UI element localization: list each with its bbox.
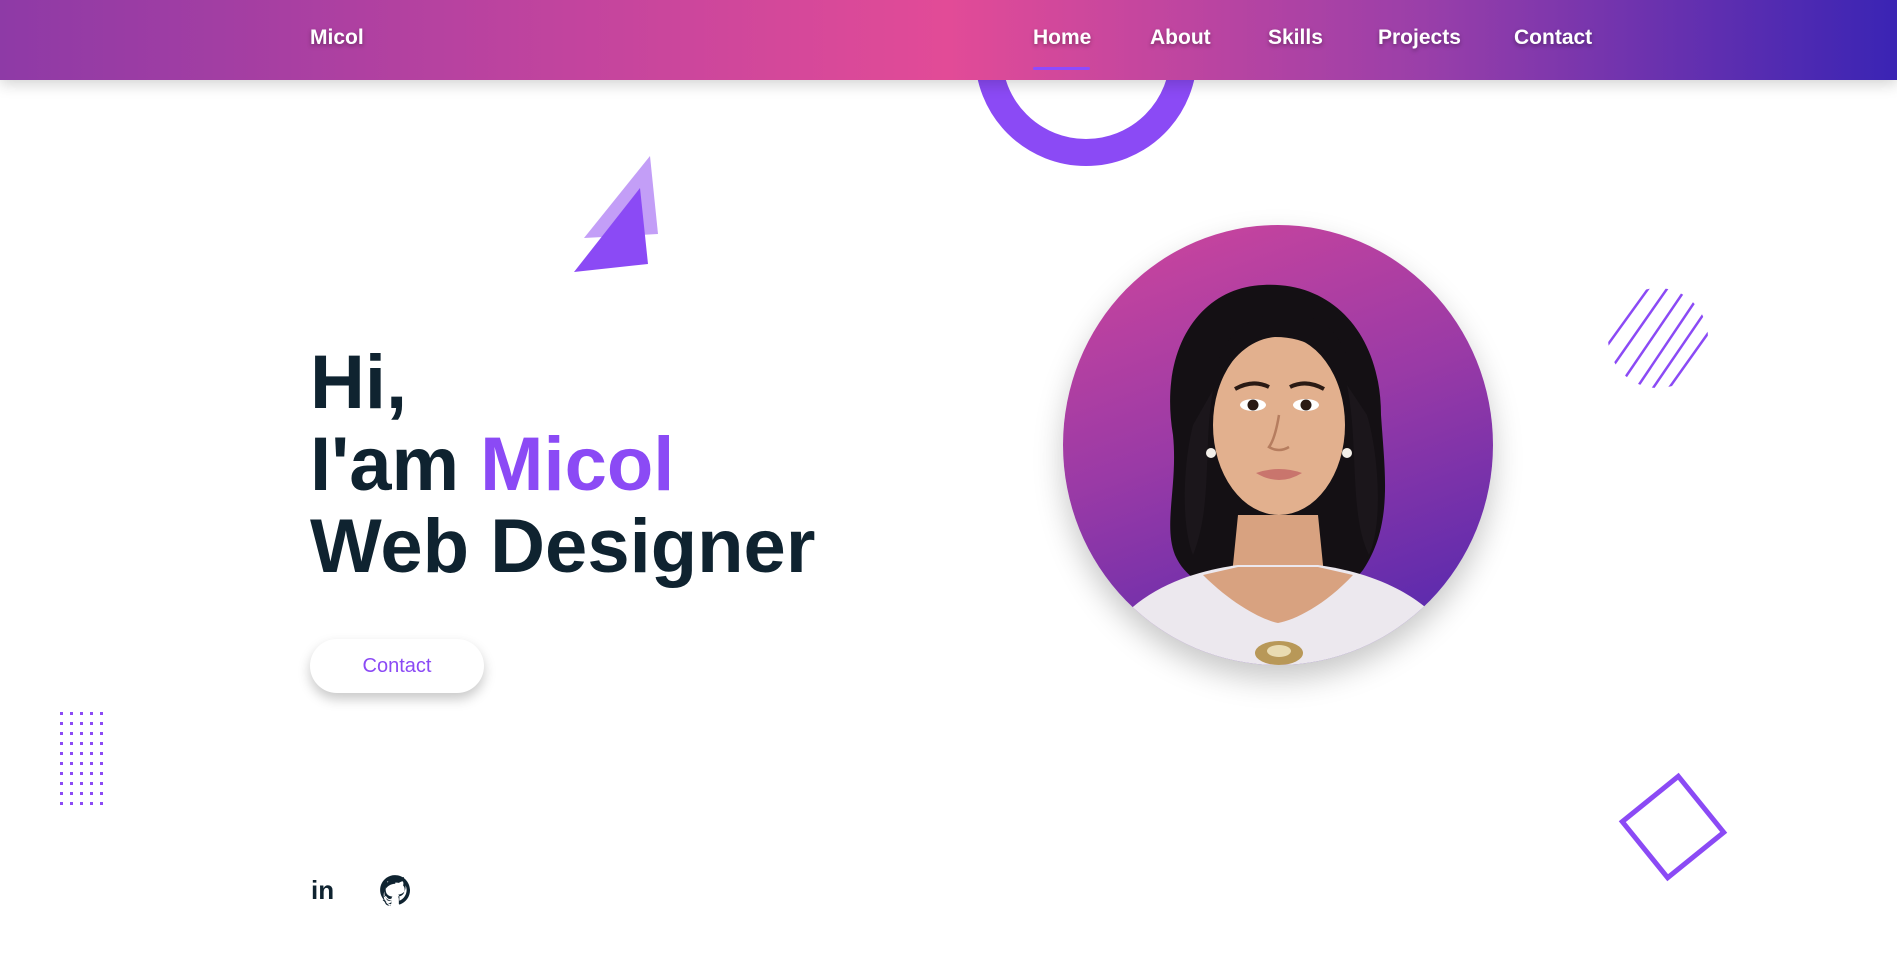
dot-grid-dot — [80, 722, 83, 725]
nav-skills[interactable]: Skills — [1268, 26, 1323, 50]
profile-photo — [1063, 225, 1493, 665]
dot-grid-dot — [70, 792, 73, 795]
decorative-triangle-shape — [574, 156, 658, 272]
github-icon — [380, 875, 411, 907]
dot-grid-dot — [100, 802, 103, 805]
top-navbar: Micol Home About Skills Projects Contact — [0, 0, 1897, 80]
dot-grid-dot — [70, 772, 73, 775]
dot-grid-dot — [70, 762, 73, 765]
nav-projects[interactable]: Projects — [1378, 26, 1461, 50]
nav-contact[interactable]: Contact — [1514, 26, 1592, 50]
dot-grid-dot — [90, 732, 93, 735]
dot-grid-dot — [100, 732, 103, 735]
dot-grid-dot — [80, 752, 83, 755]
dot-grid-dot — [60, 742, 63, 745]
dot-grid-dot — [60, 792, 63, 795]
dot-grid-dot — [80, 742, 83, 745]
dot-grid-dot — [90, 802, 93, 805]
linkedin-link[interactable]: in — [308, 873, 342, 907]
dot-grid-dot — [60, 722, 63, 725]
dot-grid-dot — [80, 782, 83, 785]
dot-grid-dot — [60, 712, 63, 715]
dot-grid-dot — [90, 772, 93, 775]
hero-intro-line: I'am Micol — [310, 424, 815, 506]
dot-grid-dot — [70, 732, 73, 735]
decorative-striped-circle — [1608, 288, 1708, 388]
dot-grid-dot — [70, 802, 73, 805]
dot-grid-dot — [90, 792, 93, 795]
nav-home[interactable]: Home — [1033, 26, 1091, 50]
dot-grid-dot — [60, 782, 63, 785]
dot-grid-dot — [80, 732, 83, 735]
dot-grid-dot — [100, 782, 103, 785]
dot-grid-dot — [60, 732, 63, 735]
dot-grid-dot — [100, 752, 103, 755]
hero-heading: Hi, I'am Micol Web Designer — [310, 342, 815, 588]
hero-role: Web Designer — [310, 504, 816, 589]
dot-grid-dot — [70, 722, 73, 725]
linkedin-icon: in — [311, 875, 334, 905]
dot-grid-dot — [60, 802, 63, 805]
dot-grid-dot — [90, 722, 93, 725]
profile-portrait-illustration — [1103, 284, 1458, 665]
contact-button[interactable]: Contact — [310, 639, 484, 693]
dot-grid-dot — [100, 722, 103, 725]
dot-grid-dot — [70, 752, 73, 755]
dot-grid-dot — [80, 712, 83, 715]
dot-grid-dot — [100, 712, 103, 715]
dot-grid-dot — [100, 742, 103, 745]
dot-grid-dot — [90, 752, 93, 755]
dot-grid-dot — [90, 712, 93, 715]
brand-logo-link[interactable]: Micol — [310, 26, 364, 50]
decorative-diamond-outline — [1618, 772, 1728, 882]
dot-grid-dot — [60, 762, 63, 765]
hero-intro-text: I'am — [310, 422, 481, 507]
dot-grid-dot — [90, 782, 93, 785]
dot-grid-dot — [70, 742, 73, 745]
dot-grid-dot — [70, 712, 73, 715]
dot-grid-dot — [60, 752, 63, 755]
dot-grid-dot — [80, 792, 83, 795]
dot-grid-dot — [80, 762, 83, 765]
decorative-dot-grid — [60, 712, 103, 805]
dot-grid-dot — [90, 762, 93, 765]
dot-grid-dot — [70, 782, 73, 785]
active-nav-indicator — [1033, 67, 1090, 70]
dot-grid-dot — [80, 772, 83, 775]
nav-about[interactable]: About — [1150, 26, 1211, 50]
hero-greeting: Hi, — [310, 340, 408, 425]
github-link[interactable] — [378, 873, 412, 907]
hero-name: Micol — [480, 422, 675, 507]
dot-grid-dot — [100, 792, 103, 795]
dot-grid-dot — [100, 762, 103, 765]
linkedin-glyph: in — [311, 875, 334, 905]
dot-grid-dot — [90, 742, 93, 745]
dot-grid-dot — [100, 772, 103, 775]
dot-grid-dot — [80, 802, 83, 805]
dot-grid-dot — [60, 772, 63, 775]
